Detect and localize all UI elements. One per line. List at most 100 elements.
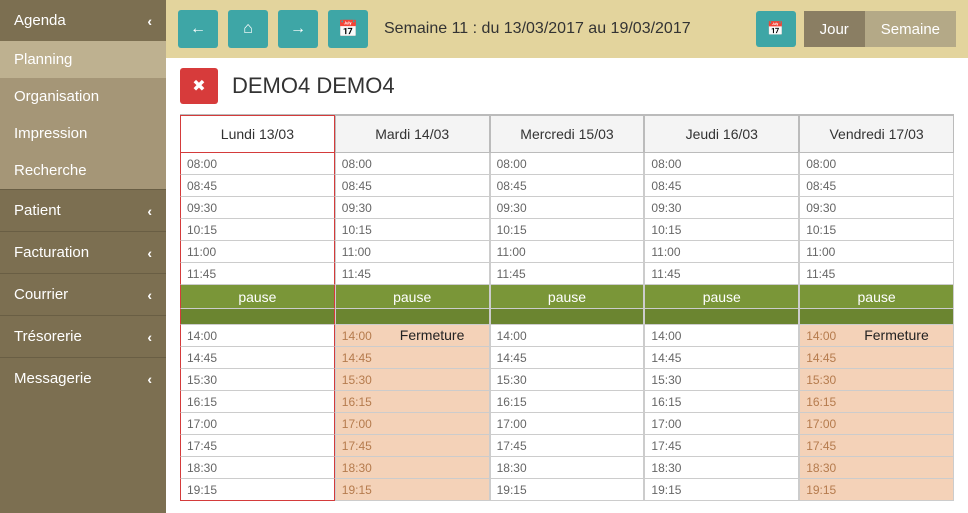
time-slot[interactable]: 14:00 xyxy=(644,325,799,347)
time-slot[interactable]: 16:15 xyxy=(335,391,490,413)
home-button[interactable]: ⌂ xyxy=(228,10,268,48)
time-slot[interactable]: 17:45 xyxy=(490,435,645,457)
time-slot[interactable]: 17:45 xyxy=(180,435,335,457)
time-slot[interactable]: 09:30 xyxy=(799,197,954,219)
time-slot[interactable]: 11:00 xyxy=(644,241,799,263)
time-slot[interactable]: 18:30 xyxy=(490,457,645,479)
next-button[interactable]: → xyxy=(278,10,318,48)
slot-time: 17:45 xyxy=(651,439,681,453)
time-slot[interactable]: 17:00 xyxy=(335,413,490,435)
time-slot[interactable]: 14:45 xyxy=(644,347,799,369)
time-slot[interactable]: 14:45 xyxy=(799,347,954,369)
slot-time: 17:00 xyxy=(187,417,217,431)
time-slot[interactable]: 11:45 xyxy=(799,263,954,285)
time-slot[interactable]: 14:45 xyxy=(490,347,645,369)
time-slot[interactable]: 08:00 xyxy=(180,153,335,175)
time-slot[interactable]: 17:00 xyxy=(490,413,645,435)
sidebar-section-tresorerie[interactable]: Trésorerie ‹ xyxy=(0,315,166,357)
time-slot[interactable]: 14:45 xyxy=(335,347,490,369)
sidebar-section-facturation[interactable]: Facturation ‹ xyxy=(0,231,166,273)
time-slot[interactable]: 14:00 xyxy=(180,325,335,347)
day-header[interactable]: Mercredi 15/03 xyxy=(490,115,645,153)
sidebar-item-recherche[interactable]: Recherche xyxy=(0,152,166,189)
sidebar-section-agenda[interactable]: Agenda ‹ xyxy=(0,0,166,41)
time-slot[interactable]: 10:15 xyxy=(490,219,645,241)
sidebar-item-organisation[interactable]: Organisation xyxy=(0,78,166,115)
time-slot[interactable]: 14:00Fermeture xyxy=(335,325,490,347)
time-slot[interactable]: 11:00 xyxy=(490,241,645,263)
time-slot[interactable]: 17:45 xyxy=(799,435,954,457)
time-slot[interactable]: 09:30 xyxy=(180,197,335,219)
event-fermeture[interactable]: Fermeture xyxy=(400,327,485,343)
time-slot[interactable]: 19:15 xyxy=(490,479,645,501)
event-fermeture[interactable]: Fermeture xyxy=(864,327,949,343)
day-header[interactable]: Vendredi 17/03 xyxy=(799,115,954,153)
time-slot[interactable]: 17:45 xyxy=(335,435,490,457)
time-slot[interactable]: 08:45 xyxy=(180,175,335,197)
view-week-button[interactable]: Semaine xyxy=(865,11,956,47)
time-slot[interactable]: 14:45 xyxy=(180,347,335,369)
time-slot[interactable]: 14:00 xyxy=(490,325,645,347)
time-slot[interactable]: 15:30 xyxy=(799,369,954,391)
time-slot[interactable]: 08:00 xyxy=(799,153,954,175)
time-slot[interactable]: 17:45 xyxy=(644,435,799,457)
sidebar-section-messagerie[interactable]: Messagerie ‹ xyxy=(0,357,166,399)
view-switch: 📅 Jour Semaine xyxy=(756,11,956,47)
time-slot[interactable]: 08:45 xyxy=(644,175,799,197)
prev-button[interactable]: ← xyxy=(178,10,218,48)
time-slot[interactable]: 10:15 xyxy=(335,219,490,241)
time-slot[interactable]: 10:15 xyxy=(180,219,335,241)
time-slot[interactable]: 19:15 xyxy=(335,479,490,501)
time-slot[interactable]: 11:45 xyxy=(335,263,490,285)
time-slot[interactable]: 11:45 xyxy=(644,263,799,285)
calendar-button[interactable]: 📅 xyxy=(328,10,368,48)
time-slot[interactable]: 15:30 xyxy=(180,369,335,391)
view-day-button[interactable]: Jour xyxy=(804,11,865,47)
time-slot[interactable]: 16:15 xyxy=(490,391,645,413)
sidebar-item-planning[interactable]: Planning xyxy=(0,41,166,78)
time-slot[interactable]: 11:00 xyxy=(180,241,335,263)
time-slot[interactable]: 17:00 xyxy=(180,413,335,435)
time-slot[interactable]: 17:00 xyxy=(644,413,799,435)
time-slot[interactable]: 19:15 xyxy=(644,479,799,501)
time-slot[interactable]: 11:00 xyxy=(335,241,490,263)
time-slot[interactable]: 08:00 xyxy=(335,153,490,175)
time-slot[interactable]: 18:30 xyxy=(644,457,799,479)
time-slot[interactable]: 16:15 xyxy=(644,391,799,413)
time-slot[interactable]: 18:30 xyxy=(335,457,490,479)
sidebar-section-label: Patient xyxy=(14,202,61,219)
calendar-view-button[interactable]: 📅 xyxy=(756,11,796,47)
time-slot[interactable]: 15:30 xyxy=(335,369,490,391)
sidebar-section-courrier[interactable]: Courrier ‹ xyxy=(0,273,166,315)
slot-time: 11:00 xyxy=(651,245,680,259)
time-slot[interactable]: 16:15 xyxy=(799,391,954,413)
time-slot[interactable]: 09:30 xyxy=(335,197,490,219)
time-slot[interactable]: 19:15 xyxy=(799,479,954,501)
sidebar-section-patient[interactable]: Patient ‹ xyxy=(0,189,166,231)
time-slot[interactable]: 10:15 xyxy=(799,219,954,241)
time-slot[interactable]: 11:45 xyxy=(180,263,335,285)
sidebar-item-impression[interactable]: Impression xyxy=(0,115,166,152)
time-slot[interactable]: 17:00 xyxy=(799,413,954,435)
time-slot[interactable]: 19:15 xyxy=(180,479,335,501)
time-slot[interactable]: 15:30 xyxy=(490,369,645,391)
day-header[interactable]: Lundi 13/03 xyxy=(180,115,335,153)
time-slot[interactable]: 18:30 xyxy=(799,457,954,479)
time-slot[interactable]: 08:45 xyxy=(490,175,645,197)
time-slot[interactable]: 14:00Fermeture xyxy=(799,325,954,347)
time-slot[interactable]: 08:45 xyxy=(335,175,490,197)
time-slot[interactable]: 08:00 xyxy=(644,153,799,175)
day-header[interactable]: Jeudi 16/03 xyxy=(644,115,799,153)
time-slot[interactable]: 15:30 xyxy=(644,369,799,391)
time-slot[interactable]: 08:00 xyxy=(490,153,645,175)
time-slot[interactable]: 09:30 xyxy=(644,197,799,219)
day-header[interactable]: Mardi 14/03 xyxy=(335,115,490,153)
time-slot[interactable]: 09:30 xyxy=(490,197,645,219)
time-slot[interactable]: 11:45 xyxy=(490,263,645,285)
time-slot[interactable]: 11:00 xyxy=(799,241,954,263)
time-slot[interactable]: 18:30 xyxy=(180,457,335,479)
time-slot[interactable]: 16:15 xyxy=(180,391,335,413)
time-slot[interactable]: 08:45 xyxy=(799,175,954,197)
time-slot[interactable]: 10:15 xyxy=(644,219,799,241)
slot-time: 10:15 xyxy=(187,223,217,237)
